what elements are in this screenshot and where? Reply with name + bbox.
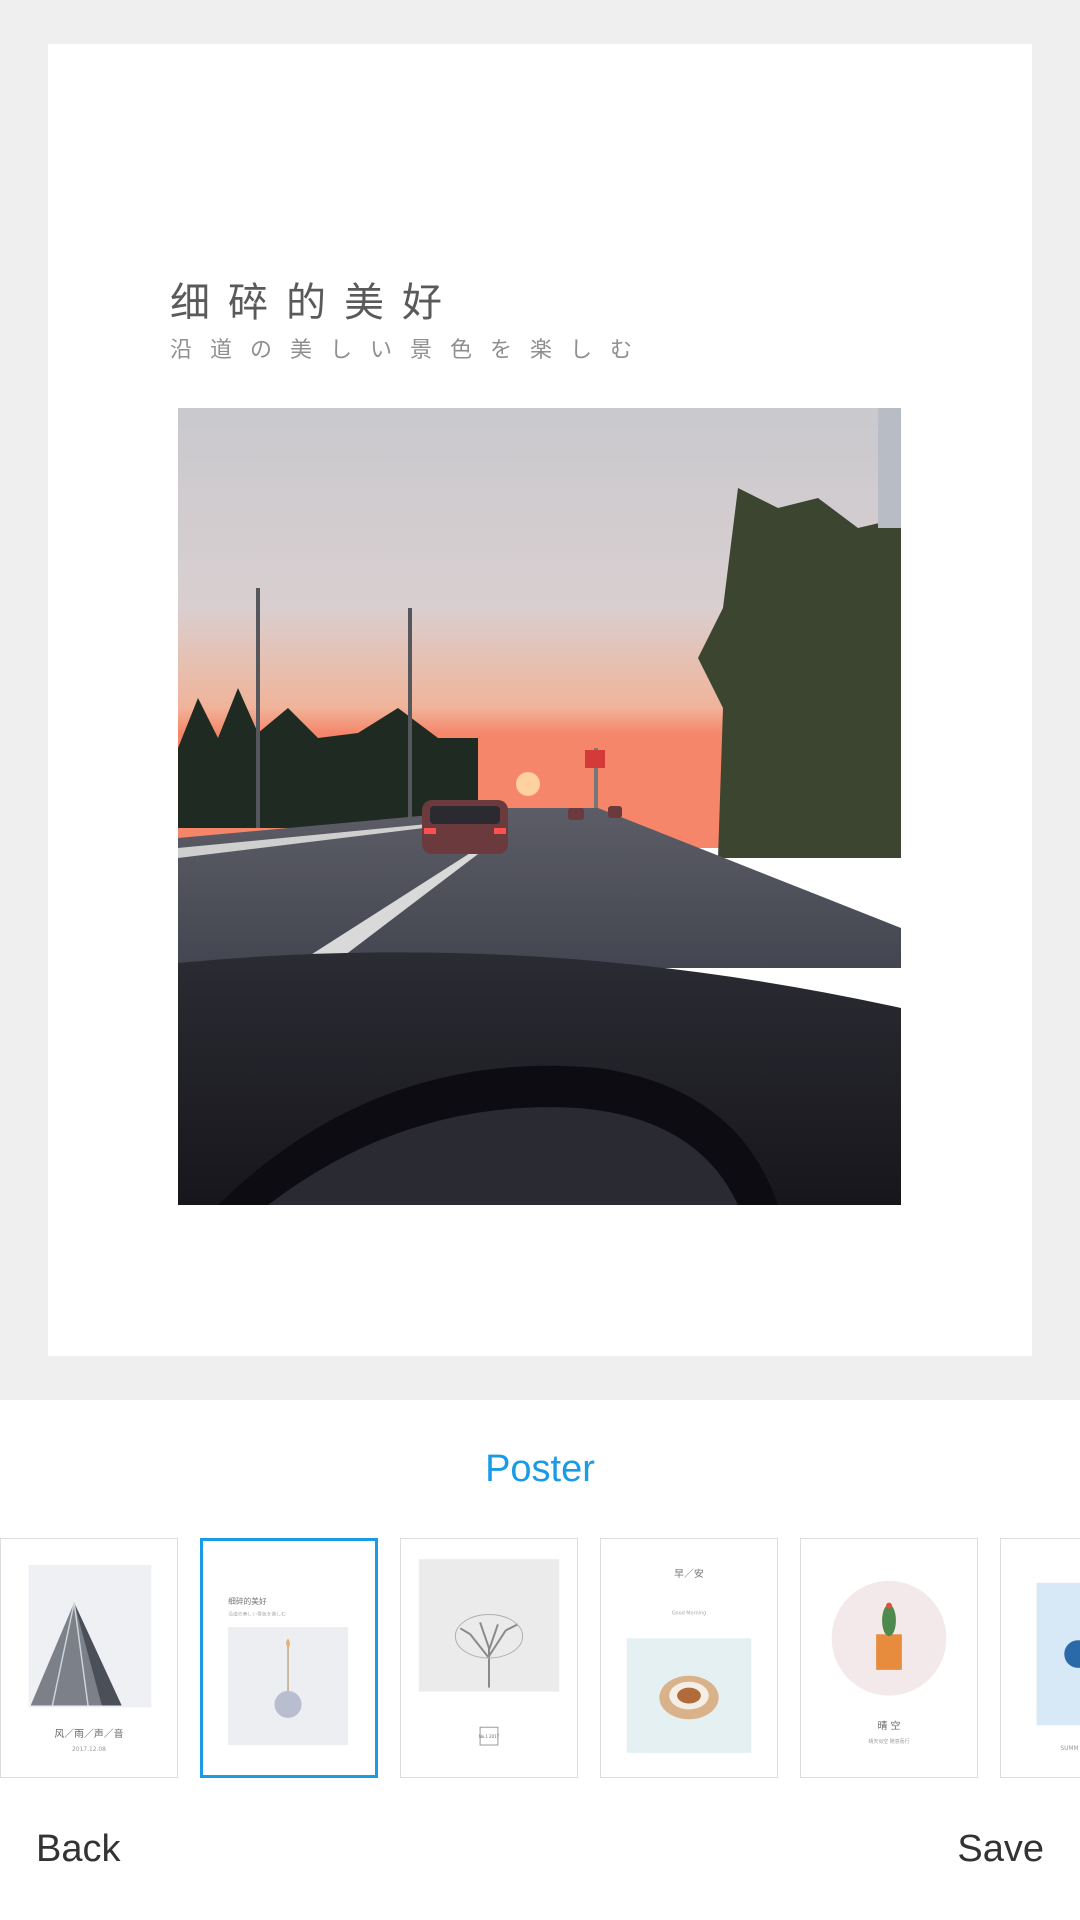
poster-photo	[178, 408, 901, 1205]
template-4-text: 早／安	[674, 1567, 704, 1580]
template-2-subtext: 沿道の美しい景色を楽しむ	[228, 1610, 286, 1617]
template-2-text: 细碎的美好	[228, 1596, 267, 1606]
template-6-text: SUMM	[1060, 1745, 1078, 1752]
template-thumbnail-4[interactable]: 早／安 Good Morning	[600, 1538, 778, 1778]
save-button[interactable]: Save	[957, 1828, 1044, 1871]
back-button[interactable]: Back	[36, 1828, 120, 1871]
template-5-subtext: 晴天似空 随意而行	[868, 1738, 909, 1745]
template-thumbnail-6[interactable]: SUMM	[1000, 1538, 1080, 1778]
template-strip[interactable]: 风／雨／声／音 2017.12.08 细碎的美好 沿道の美しい景色を楽しむ No…	[0, 1538, 1080, 1782]
template-section-title: Poster	[485, 1448, 595, 1490]
template-thumbnail-5[interactable]: 晴 空 晴天似空 随意而行	[800, 1538, 978, 1778]
template-thumbnail-2[interactable]: 细碎的美好 沿道の美しい景色を楽しむ	[200, 1538, 378, 1778]
template-thumbnail-1[interactable]: 风／雨／声／音 2017.12.08	[0, 1538, 178, 1778]
poster-preview-area: 细碎的美好 沿道の美しい景色を楽しむ	[0, 0, 1080, 1400]
template-1-subtext: 2017.12.08	[72, 1746, 106, 1753]
template-4-subtext: Good Morning	[672, 1610, 707, 1616]
poster-title: 细碎的美好	[170, 280, 460, 326]
template-thumbnail-3[interactable]: No.1 2017	[400, 1538, 578, 1778]
poster-subtitle: 沿道の美しい景色を楽しむ	[170, 338, 651, 363]
template-3-text: No.1 2017	[479, 1734, 500, 1739]
template-5-text: 晴 空	[878, 1719, 901, 1732]
template-1-text: 风／雨／声／音	[54, 1727, 123, 1740]
